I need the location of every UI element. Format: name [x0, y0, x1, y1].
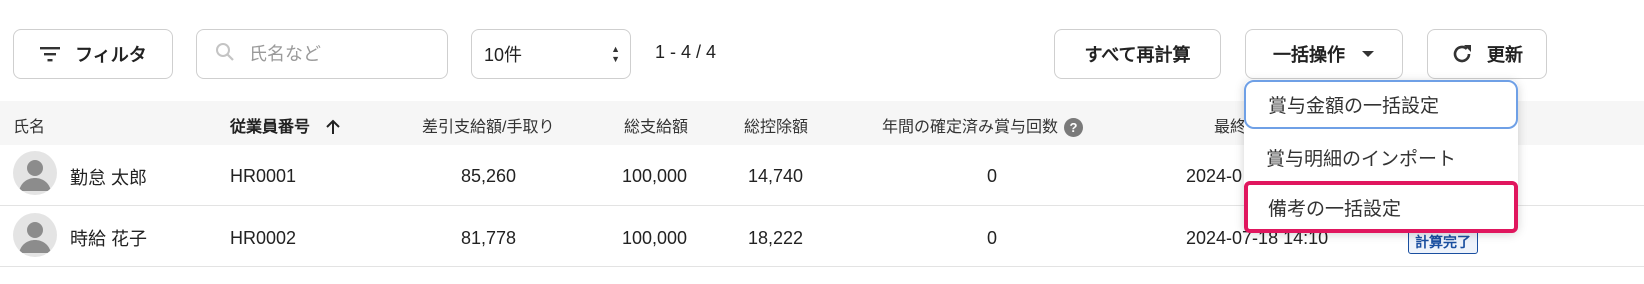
filter-label: フィルタ [75, 45, 147, 65]
total-deduction: 14,740 [748, 166, 804, 186]
total-deduction: 18,222 [748, 228, 804, 248]
net-pay: 85,260 [461, 166, 517, 186]
menu-item-import-bonus-statement[interactable]: 賞与明細のインポート [1244, 132, 1518, 182]
select-arrows-icon: ▲ ▼ [611, 44, 620, 64]
header-bonus-count-label: 年間の確定済み賞与回数 [882, 119, 1059, 136]
gross-pay: 100,000 [622, 228, 688, 248]
bulk-action-button[interactable]: 一括操作 [1245, 29, 1403, 79]
header-total-deduction[interactable]: 総控除額 [744, 113, 808, 137]
header-employee-number-label: 従業員番号 [230, 119, 311, 136]
header-last[interactable]: 最終 [1214, 113, 1246, 137]
employee-number: HR0001 [230, 166, 297, 186]
avatar [13, 213, 57, 257]
bonus-count: 0 [987, 228, 998, 248]
menu-item-bulk-remarks[interactable]: 備考の一括設定 [1244, 181, 1518, 233]
search-input[interactable] [247, 42, 431, 66]
per-page-value: 10件 [484, 45, 523, 65]
recalculate-all-button[interactable]: すべて再計算 [1054, 29, 1221, 79]
net-pay: 81,778 [461, 228, 517, 248]
header-gross-pay[interactable]: 総支給額 [624, 113, 688, 137]
caret-down-icon [1361, 50, 1375, 58]
help-icon[interactable]: ? [1064, 118, 1084, 138]
status-badge: 計算完了 [1408, 230, 1478, 254]
last-calculated: 2024-0 [1186, 166, 1243, 186]
employee-number: HR0002 [230, 228, 297, 248]
recalculate-all-label: すべて再計算 [1084, 45, 1191, 65]
bulk-action-label: 一括操作 [1273, 45, 1345, 65]
bulk-action-menu: 賞与金額の一括設定 賞与明細のインポート 備考の一括設定 [1244, 80, 1518, 233]
filter-icon [39, 45, 61, 63]
employee-name: 勤怠 太郎 [70, 168, 148, 188]
header-bonus-count[interactable]: 年間の確定済み賞与回数? [882, 113, 1084, 138]
refresh-icon [1451, 43, 1473, 65]
sort-up-icon [326, 119, 341, 135]
refresh-button[interactable]: 更新 [1427, 29, 1547, 79]
per-page-select[interactable]: 10件 ▲ ▼ [471, 29, 631, 79]
avatar [13, 151, 57, 195]
search-box[interactable] [196, 29, 448, 79]
header-name[interactable]: 氏名 [13, 113, 45, 137]
pagination-range: 1 - 4 / 4 [655, 42, 717, 62]
header-employee-number[interactable]: 従業員番号 [230, 113, 341, 137]
gross-pay: 100,000 [622, 166, 688, 186]
bonus-count: 0 [987, 166, 998, 186]
menu-item-bulk-bonus-amount[interactable]: 賞与金額の一括設定 [1244, 80, 1518, 129]
employee-name: 時給 花子 [70, 229, 148, 249]
refresh-label: 更新 [1487, 45, 1523, 65]
header-net-pay[interactable]: 差引支給額/手取り [422, 113, 554, 137]
filter-button[interactable]: フィルタ [13, 29, 173, 79]
search-icon [215, 42, 235, 67]
